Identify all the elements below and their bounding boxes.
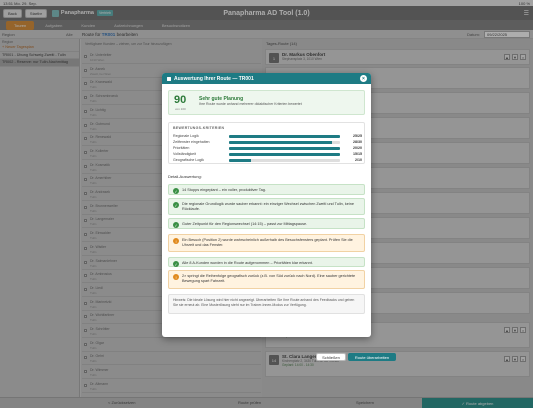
score-scale: von 100	[175, 107, 186, 111]
feedback-text: Ein Besuch (Position 2) wurde wahrschein…	[182, 238, 353, 248]
criterion-bar	[229, 153, 340, 156]
criterion-bar	[229, 135, 340, 138]
dialog-header: Auswertung Ihrer Route — TR001	[162, 73, 371, 84]
close-icon[interactable]: ×	[360, 75, 367, 82]
detail-heading: Detail-Auswertung:	[168, 174, 202, 179]
check-icon: ✓	[173, 261, 179, 267]
hint-note: Hinweis: Die ideale Lösung wird hier nic…	[168, 294, 365, 314]
dialog-title: Auswertung Ihrer Route — TR001	[174, 75, 254, 82]
dialog-close-button[interactable]: Schließen	[316, 353, 346, 361]
criterion-label: Regionale Logik	[173, 134, 199, 138]
feedback-warning: ! Ein Besuch (Position 2) wurde wahrschei…	[168, 234, 365, 252]
criterion-value: 20/20	[353, 146, 362, 150]
warning-icon: !	[173, 238, 179, 244]
criterion-bar	[229, 141, 340, 144]
criterion-label: Vollständigkeit	[173, 152, 196, 156]
criterion-bar	[229, 147, 340, 150]
chart-icon	[167, 76, 171, 81]
criterion-bar-fill	[229, 135, 340, 138]
evaluation-dialog: Auswertung Ihrer Route — TR001 × 90 von …	[162, 73, 371, 337]
criterion-value: 25/25	[353, 134, 362, 138]
feedback-text: Guter Zeitpunkt für den Regionswechsel (…	[182, 222, 308, 226]
criterion-value: 2/10	[355, 158, 362, 162]
criterion-label: Geografische Logik	[173, 158, 204, 162]
check-icon: ✓	[173, 202, 179, 208]
feedback-text: 2× springt die Reihenfolge geografisch z…	[182, 274, 356, 284]
feedback-positive: ✓ 14 Stopps eingeplant – ein voller, prod…	[168, 184, 365, 195]
criterion-label: Zeitfenster eingehalten	[173, 140, 210, 144]
feedback-warning: ! 2× springt die Reihenfolge geografisch …	[168, 270, 365, 289]
criteria-panel: BEWERTUNGS-KRITERIEN Regionale Logik 25/2…	[168, 122, 365, 164]
criterion-bar-fill	[229, 153, 340, 156]
criteria-title: BEWERTUNGS-KRITERIEN	[173, 126, 225, 130]
check-icon: ✓	[173, 222, 179, 228]
criterion-row: Geografische Logik 2/10	[173, 158, 362, 164]
criterion-bar-fill	[229, 141, 333, 144]
criterion-value: 28/30	[353, 140, 362, 144]
criterion-bar-fill	[229, 159, 252, 162]
revise-route-button[interactable]: Route überarbeiten	[348, 353, 396, 361]
feedback-text: Alle 8 A-Kunden wurden in die Route aufg…	[182, 261, 313, 265]
criterion-bar	[229, 159, 340, 162]
check-icon: ✓	[173, 188, 179, 194]
feedback-positive: ✓ Die regionale Grundlogik wurde sauber e…	[168, 198, 365, 215]
feedback-positive: ✓ Alle 8 A-Kunden wurden in die Route auf…	[168, 257, 365, 267]
feedback-positive: ✓ Guter Zeitpunkt für den Regionswechsel …	[168, 218, 365, 229]
feedback-text: Die regionale Grundlogik wurde sauber er…	[182, 202, 354, 212]
criterion-bar-fill	[229, 147, 340, 150]
criterion-label: Prioritäten	[173, 146, 190, 150]
warning-icon: !	[173, 274, 179, 280]
feedback-text: 14 Stopps eingeplant – ein voller, produ…	[182, 188, 266, 192]
score-description: Ihre Route wurde anhand mehrerer didakti…	[199, 102, 302, 106]
criterion-value: 15/15	[353, 152, 362, 156]
score-summary: 90 von 100 Sehr gute Planung Ihre Route …	[168, 90, 365, 115]
score-value: 90	[174, 94, 187, 106]
